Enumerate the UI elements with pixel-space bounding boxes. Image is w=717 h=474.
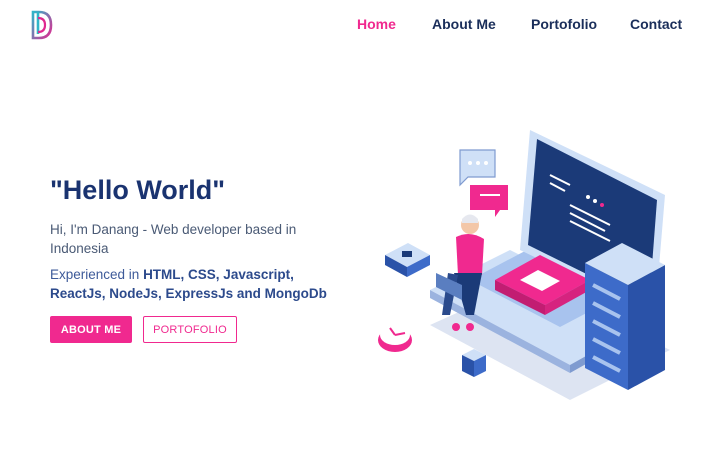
developer-illustration xyxy=(378,130,670,400)
skills-prefix: Experienced in xyxy=(50,267,144,282)
portfolio-button[interactable]: Portofolio xyxy=(143,316,237,343)
small-box-icon xyxy=(385,243,430,277)
hero-section: "Hello World" Hi, I'm Danang - Web devel… xyxy=(50,170,350,303)
hero-subtitle: Hi, I'm Danang - Web developer based in … xyxy=(50,222,297,256)
nav-about-link[interactable]: About Me xyxy=(432,16,496,32)
chat-bubbles-icon xyxy=(459,149,508,217)
nav-contact-link[interactable]: Contact xyxy=(630,16,682,32)
hero-skills: Experienced in HTML, CSS, Javascript, Re… xyxy=(50,265,350,303)
cube-icon xyxy=(462,349,486,377)
clock-icon xyxy=(378,325,412,352)
about-me-button[interactable]: About Me xyxy=(50,316,132,343)
nav-portfolio-link[interactable]: Portofolio xyxy=(531,16,597,32)
nav-home-link[interactable]: Home xyxy=(357,16,396,32)
hero-title: "Hello World" xyxy=(50,175,226,205)
logo-icon[interactable] xyxy=(30,10,56,40)
navbar: Home About Me Portofolio Contact xyxy=(0,0,717,50)
